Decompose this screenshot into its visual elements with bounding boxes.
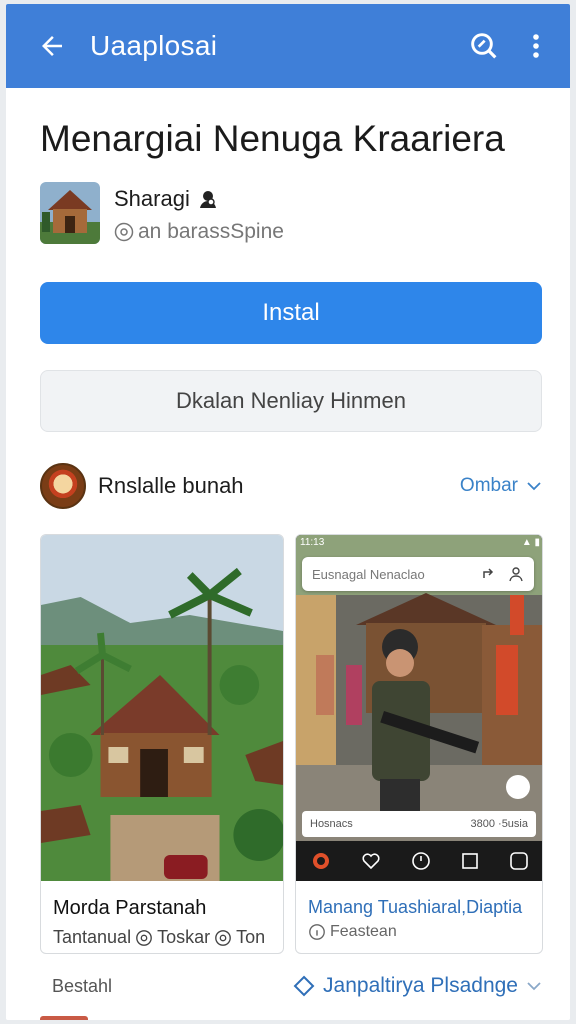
card-title: Manang Tuashiaral,Diaptia xyxy=(308,897,523,917)
phone-search-text: Eusnagal Nenaclao xyxy=(312,566,425,582)
phone-search-bar: Eusnagal Nenaclao xyxy=(302,557,534,591)
section-header: Rnslalle bunah Ombar xyxy=(40,460,542,512)
bottom-left-label: Bestahl xyxy=(52,975,113,996)
village-photo xyxy=(41,535,283,881)
person-icon xyxy=(509,567,523,582)
diamond-icon xyxy=(293,975,315,997)
publisher-name-text: Sharagi xyxy=(114,186,190,211)
card-meta: Tantanual Toskar Ton xyxy=(53,927,265,948)
publisher-handle: an barassSpine xyxy=(114,220,284,244)
phone-strip-left: Hosnacs xyxy=(310,818,353,830)
section-avatar xyxy=(40,463,86,509)
at-sign-icon xyxy=(136,929,152,946)
back-button[interactable] xyxy=(22,4,82,88)
chevron-down-icon xyxy=(527,482,541,491)
next-card-peek xyxy=(40,1016,88,1020)
publisher-name[interactable]: Sharagi xyxy=(114,186,218,212)
phone-status-time: 11:13 xyxy=(300,537,325,548)
card-meta-text: Ton xyxy=(236,927,266,947)
at-sign-icon xyxy=(215,929,231,946)
account-icon xyxy=(510,852,528,870)
bottom-right-label: Janpaltirya Plsadnge xyxy=(323,974,518,997)
home-circle-icon xyxy=(313,853,329,869)
info-icon xyxy=(309,924,325,940)
section-more-button[interactable]: Ombar xyxy=(460,475,542,497)
card-meta-text: Feastean xyxy=(330,923,397,940)
phone-nav-bar xyxy=(296,841,542,881)
square-icon xyxy=(462,853,478,869)
section-more-label: Ombar xyxy=(459,475,518,496)
secondary-action-button[interactable]: Dkalan Nenliay Hinmen xyxy=(40,370,542,432)
bottom-right-link[interactable]: Janpaltirya Plsadnge xyxy=(293,974,542,998)
verified-person-icon xyxy=(199,191,216,208)
card-meta: Feastean xyxy=(308,923,397,941)
card-title: Morda Parstanah xyxy=(53,897,207,919)
heart-icon xyxy=(362,853,380,870)
phone-screenshot: 11:13 ▲ ▮ Eusnagal Nenaclao Hosnacs 3800… xyxy=(296,535,542,881)
app-title: Menargiai Nenuga Kraariera xyxy=(40,118,505,159)
card-meta-text: Tantanual xyxy=(53,927,132,947)
app-frame: Uaaplosai Menargiai Nenuga Kraariera Sha… xyxy=(6,4,570,1020)
app-bar: Uaaplosai xyxy=(6,4,570,88)
publisher-handle-text: an barassSpine xyxy=(138,220,284,243)
phone-status-bar: 11:13 ▲ ▮ xyxy=(300,537,540,548)
section-title: Rnslalle bunah xyxy=(98,473,244,498)
overflow-menu-button[interactable] xyxy=(510,4,562,88)
phone-status-icons: ▲ ▮ xyxy=(521,537,540,548)
search-button[interactable] xyxy=(458,4,510,88)
search-icon xyxy=(471,33,497,59)
more-vert-icon xyxy=(533,34,539,58)
app-bar-title: Uaaplosai xyxy=(90,30,218,61)
clock-icon xyxy=(412,852,430,870)
install-button[interactable]: Instal xyxy=(40,282,542,344)
phone-info-strip: Hosnacs 3800 ·5usia xyxy=(302,811,536,837)
at-sign-icon xyxy=(114,222,134,242)
card-meta-text: Toskar xyxy=(157,927,211,947)
screenshot-card-phone[interactable]: 11:13 ▲ ▮ Eusnagal Nenaclao Hosnacs 3800… xyxy=(295,534,543,954)
phone-strip-right: 3800 ·5usia xyxy=(470,818,529,830)
chevron-down-icon xyxy=(527,982,541,991)
arrow-left-icon xyxy=(42,36,62,56)
share-icon xyxy=(483,568,494,578)
bottom-row: Bestahl Janpaltirya Plsadnge xyxy=(52,974,542,998)
app-icon xyxy=(40,182,100,244)
screenshot-card-village[interactable]: Morda Parstanah Tantanual Toskar Ton xyxy=(40,534,284,954)
